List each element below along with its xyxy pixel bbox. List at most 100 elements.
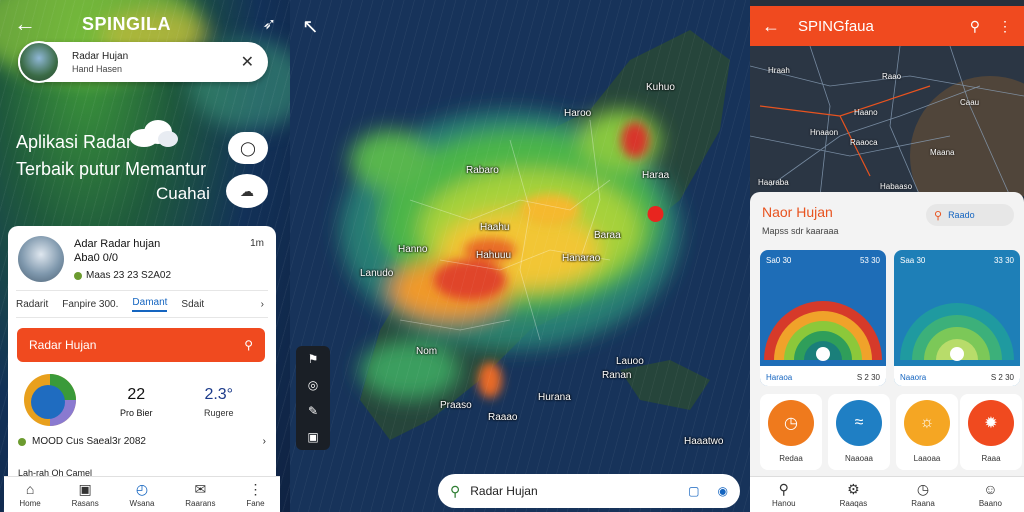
nav-raarans[interactable]: ✉ Raarans bbox=[185, 481, 215, 508]
map-label: Haahu bbox=[480, 222, 510, 233]
location-icon: ⚲ bbox=[778, 481, 789, 497]
location-pill[interactable]: Radar Hujan Hand Hasen ✕ bbox=[18, 41, 268, 83]
nav-hanou[interactable]: ⚲ Hanou bbox=[772, 481, 796, 508]
eye-icon[interactable]: ◉ bbox=[718, 484, 728, 498]
nav-home[interactable]: ⌂ Home bbox=[19, 481, 40, 508]
card-title: Adar Radar hujan bbox=[74, 238, 161, 250]
right-top-bar: ← SPINGfaua ⚲ ⋮ bbox=[750, 6, 1024, 46]
app-title: SPINGILA bbox=[82, 13, 172, 34]
gauge-label: Saa 30 bbox=[900, 256, 926, 265]
gauge-1-graphic bbox=[760, 250, 886, 386]
cloud-button[interactable]: ☁ bbox=[226, 174, 268, 208]
right-screen: Hraah Raao Caau Haano Hnaaon Raaoca Maan… bbox=[750, 0, 1024, 512]
nav-fane[interactable]: ⋮ Fane bbox=[246, 481, 264, 508]
status-dot-icon bbox=[18, 437, 26, 446]
map-search-bar[interactable]: ⚲ Radar Hujan ▢ ◉ bbox=[438, 474, 740, 508]
chevron-right-icon[interactable]: › bbox=[261, 299, 264, 310]
nav-label: Fane bbox=[246, 499, 265, 508]
rain-card-title: Naor Hujan bbox=[762, 204, 833, 220]
map-label: Kuhuo bbox=[646, 82, 675, 93]
search-icon: ⚲ bbox=[450, 482, 461, 499]
search-icon: ⚲ bbox=[934, 209, 943, 222]
home-icon: ⌂ bbox=[25, 481, 35, 497]
navigate-icon[interactable]: ➶ bbox=[263, 14, 276, 34]
gauge-label: Haraoa bbox=[766, 373, 793, 382]
map-label: Haaatwo bbox=[684, 436, 724, 447]
gauge-label: 53 30 bbox=[859, 256, 880, 265]
icon-card-label: Redaa bbox=[779, 454, 803, 463]
square-icon[interactable]: ▢ bbox=[688, 484, 699, 498]
gauge-label: S 2 30 bbox=[856, 373, 880, 382]
stat-probability-label: Pro Bier bbox=[120, 408, 153, 418]
tab-radarit[interactable]: Radarit bbox=[16, 299, 48, 310]
mood-row[interactable]: MOOD Cus Saeal3r 2082 › bbox=[18, 436, 266, 447]
icon-card-label: Naaoaa bbox=[844, 454, 874, 463]
radar-hujan-button[interactable]: Radar Hujan ⚲ bbox=[17, 328, 265, 362]
clock-icon: ◷ bbox=[768, 400, 814, 446]
hero-line-3: Cuahai bbox=[156, 184, 210, 203]
chat-icon: ◯ bbox=[240, 139, 256, 156]
icon-card-clock[interactable]: ◷ Redaa bbox=[760, 394, 822, 470]
nav-wsana[interactable]: ◴ Wsana bbox=[130, 481, 155, 508]
hero-text: Aplikasi Radar Terbaik putur Memantur Cu… bbox=[16, 132, 210, 204]
gauge-card-2[interactable]: Saa 30 33 30 Naaora S 2 30 bbox=[894, 250, 1020, 386]
road-map[interactable] bbox=[750, 46, 1024, 196]
location-title: Radar Hujan bbox=[72, 50, 129, 62]
profile-icon: ☺ bbox=[983, 481, 998, 497]
map-label: Baraa bbox=[594, 230, 621, 241]
tab-sdait[interactable]: Sdait bbox=[181, 299, 204, 310]
map-label: Haroo bbox=[564, 108, 592, 119]
draw-tool-icon[interactable]: ✎ bbox=[308, 404, 318, 418]
left-bottom-nav: ⌂ Home ▣ Rasans ◴ Wsana ✉ Raarans ⋮ Fane bbox=[4, 476, 280, 512]
back-arrow-icon[interactable]: ← bbox=[762, 16, 780, 37]
layer-tool-icon[interactable]: ◎ bbox=[308, 378, 318, 392]
chat-button[interactable]: ◯ bbox=[228, 132, 268, 164]
map-label: Haano bbox=[854, 108, 878, 117]
gauge-2-foot: Naaora S 2 30 bbox=[900, 373, 1014, 382]
tab-fanpire[interactable]: Fanpire 300. bbox=[62, 299, 118, 310]
map-label: Maana bbox=[930, 148, 955, 157]
radar-map[interactable]: Kuhuo Haroo Rabaro Haraa Haahu Baraa Han… bbox=[290, 0, 750, 512]
nav-raaqas[interactable]: ⚙ Raaqas bbox=[840, 481, 868, 508]
back-arrow-icon[interactable]: ← bbox=[14, 11, 42, 37]
nav-label: Raarans bbox=[185, 499, 216, 508]
map-label: Raaao bbox=[488, 412, 518, 423]
radar-map-graphic bbox=[290, 0, 750, 512]
location-avatar bbox=[18, 41, 60, 83]
back-arrow-icon[interactable]: ↖ bbox=[302, 14, 319, 39]
radar-hujan-label: Radar Hujan bbox=[29, 338, 97, 352]
icon-card-sunburst[interactable]: ✹ Raaa bbox=[960, 394, 1022, 470]
gauge-1-head: Sa0 30 53 30 bbox=[766, 256, 880, 265]
map-label: Raaoca bbox=[850, 138, 878, 147]
gauge-label: S 2 30 bbox=[990, 373, 1014, 382]
search-icon[interactable]: ⚲ bbox=[970, 18, 980, 35]
gauge-card-1[interactable]: Sa0 30 53 30 Haraoa S 2 30 bbox=[760, 250, 886, 386]
icon-card-label: Laaoaa bbox=[913, 454, 941, 463]
map-label: Habaaso bbox=[880, 182, 913, 191]
close-icon[interactable]: ✕ bbox=[241, 52, 254, 72]
rain-search[interactable]: ⚲ Raado bbox=[926, 204, 1014, 226]
location-marker bbox=[647, 206, 664, 222]
stat-probability-value: 22 bbox=[127, 386, 146, 403]
icon-card-sun[interactable]: ☼ Laaoaa bbox=[896, 394, 958, 470]
card-detail: Maas 23 23 S2A02 bbox=[74, 270, 171, 281]
icon-card-wave[interactable]: ≈ Naaoaa bbox=[828, 394, 890, 470]
text-icon: ▣ bbox=[78, 481, 92, 497]
map-tools: ⚑ ◎ ✎ ▣ bbox=[296, 346, 330, 450]
nav-baano[interactable]: ☺ Baano bbox=[979, 481, 1002, 508]
tab-damant[interactable]: Damant bbox=[132, 297, 168, 312]
chevron-right-icon: › bbox=[262, 436, 266, 447]
map-label: Raao bbox=[882, 72, 902, 81]
stat-temperature: 2.3° Rugere bbox=[204, 386, 234, 418]
rain-overlay bbox=[290, 0, 750, 512]
map-label: Hahuuu bbox=[476, 250, 512, 261]
nav-raana[interactable]: ◷ Raana bbox=[911, 481, 935, 508]
more-icon[interactable]: ⋮ bbox=[998, 18, 1012, 35]
frame-tool-icon[interactable]: ▣ bbox=[307, 430, 318, 444]
nav-rasans[interactable]: ▣ Rasans bbox=[72, 481, 99, 508]
pin-tool-icon[interactable]: ⚑ bbox=[308, 352, 319, 366]
card-subtitle: Aba0 0/0 bbox=[74, 252, 119, 264]
clock-icon: ◷ bbox=[916, 481, 930, 497]
gauge-2-graphic bbox=[894, 250, 1020, 386]
settings-icon: ⚙ bbox=[847, 481, 860, 497]
